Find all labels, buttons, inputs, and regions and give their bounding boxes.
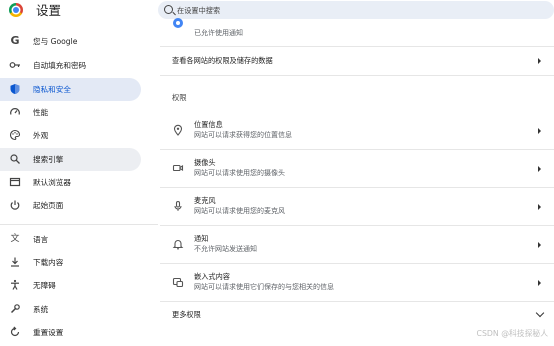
sidebar-item-privacy-security[interactable]: 隐私和安全	[0, 78, 141, 101]
sidebar-item-label: 搜索引擎	[33, 155, 64, 164]
site-data-label: 查看各网站的权限及储存的数据	[172, 56, 273, 65]
sidebar-item-search-engine[interactable]: 搜索引擎	[0, 148, 141, 171]
power-icon	[9, 199, 21, 211]
sidebar-item-accessibility[interactable]: 无障碍	[0, 274, 141, 297]
reset-icon	[9, 326, 21, 338]
notifications-status-text: 已允许使用通知	[194, 29, 243, 37]
permission-title: 摄像头	[194, 158, 216, 167]
microphone-icon	[172, 200, 184, 212]
bell-icon	[172, 238, 184, 250]
arrow-right-icon	[538, 204, 541, 210]
sidebar-item-label: 默认浏览器	[33, 178, 71, 187]
permission-subtitle: 网站可以请求使用您的麦克风	[194, 207, 285, 215]
sidebar-item-performance[interactable]: 性能	[0, 101, 141, 124]
sidebar-item-label: 重置设置	[33, 328, 64, 337]
search-input[interactable]	[177, 2, 537, 18]
search-icon	[164, 5, 173, 14]
permission-subtitle: 网站可以请求使用您的摄像头	[194, 169, 285, 177]
sidebar-item-autofill[interactable]: 自动填充和密码	[0, 54, 141, 77]
permission-row-embedded-content[interactable]: 嵌入式内容 网站可以请求使用它们保存的与您相关的信息	[160, 264, 554, 302]
chevron-down-icon	[535, 308, 545, 318]
sidebar-item-label: 隐私和安全	[33, 85, 71, 94]
chrome-logo-icon	[9, 3, 23, 17]
search-icon	[9, 153, 21, 165]
sidebar-item-reset-settings[interactable]: 重置设置	[0, 321, 141, 344]
sidebar-item-on-startup[interactable]: 起始页面	[0, 194, 141, 217]
sidebar-item-label: 自动填充和密码	[33, 61, 87, 70]
header: 设置	[0, 0, 554, 22]
permission-subtitle: 不允许网站发送通知	[194, 245, 257, 253]
arrow-right-icon	[538, 166, 541, 172]
permissions-heading: 权限	[172, 93, 187, 102]
arrow-right-icon	[538, 58, 541, 64]
sidebar-item-label: 下载内容	[33, 258, 64, 267]
sidebar-item-label: 系统	[33, 305, 49, 314]
sidebar-item-system[interactable]: 系统	[0, 298, 141, 321]
page-title: 设置	[36, 3, 62, 18]
accessibility-icon	[9, 279, 21, 291]
permission-row-notifications[interactable]: 通知 不允许网站发送通知	[160, 226, 554, 264]
sidebar-item-languages[interactable]: 文 语言	[0, 228, 141, 251]
sidebar-item-label: 性能	[33, 108, 49, 117]
permission-row-microphone[interactable]: 麦克风 网站可以请求使用您的麦克风	[160, 188, 554, 226]
arrow-right-icon	[538, 280, 541, 286]
sidebar-divider	[0, 224, 158, 225]
notifications-status-row[interactable]: 已允许使用通知	[160, 17, 554, 47]
camera-icon	[172, 162, 184, 174]
permission-title: 位置信息	[194, 120, 223, 129]
download-icon	[9, 256, 21, 268]
translate-icon: 文	[10, 234, 20, 244]
permission-title: 麦克风	[194, 196, 216, 205]
chrome-site-icon	[172, 17, 184, 29]
shield-icon	[9, 83, 21, 95]
google-icon: G	[10, 34, 20, 47]
sidebar-item-default-browser[interactable]: 默认浏览器	[0, 171, 141, 194]
sidebar-item-you-and-google[interactable]: G 您与 Google	[0, 30, 141, 53]
sidebar-item-downloads[interactable]: 下载内容	[0, 251, 141, 274]
sidebar-item-label: 起始页面	[33, 201, 64, 210]
key-icon	[9, 59, 21, 71]
watermark: CSDN @科技探秘人	[476, 329, 549, 338]
speedometer-icon	[9, 106, 21, 118]
search-box[interactable]	[158, 1, 554, 19]
permission-row-location[interactable]: 位置信息 网站可以请求获得您的位置信息	[160, 112, 554, 150]
arrow-right-icon	[538, 242, 541, 248]
sidebar-item-label: 语言	[33, 235, 49, 244]
sidebar-item-label: 您与 Google	[33, 37, 78, 46]
embedded-content-icon	[172, 276, 184, 288]
site-data-row[interactable]: 查看各网站的权限及储存的数据	[160, 47, 554, 76]
arrow-right-icon	[538, 128, 541, 134]
location-icon	[172, 124, 184, 136]
permission-subtitle: 网站可以请求获得您的位置信息	[194, 131, 292, 139]
sidebar-item-label: 外观	[33, 131, 49, 140]
sidebar-item-label: 无障碍	[33, 281, 56, 290]
wrench-icon	[9, 303, 21, 315]
more-permissions-label: 更多权限	[172, 310, 201, 319]
permission-title: 通知	[194, 234, 209, 243]
palette-icon	[9, 129, 21, 141]
browser-icon	[9, 176, 21, 188]
permission-title: 嵌入式内容	[194, 272, 230, 281]
permission-subtitle: 网站可以请求使用它们保存的与您相关的信息	[194, 283, 334, 291]
sidebar-item-appearance[interactable]: 外观	[0, 124, 141, 147]
permission-row-camera[interactable]: 摄像头 网站可以请求使用您的摄像头	[160, 150, 554, 188]
more-permissions-row[interactable]: 更多权限	[160, 302, 554, 329]
main-content: 已允许使用通知 查看各网站的权限及储存的数据 权限 位置信息 网站可以请求获得您…	[160, 17, 554, 346]
